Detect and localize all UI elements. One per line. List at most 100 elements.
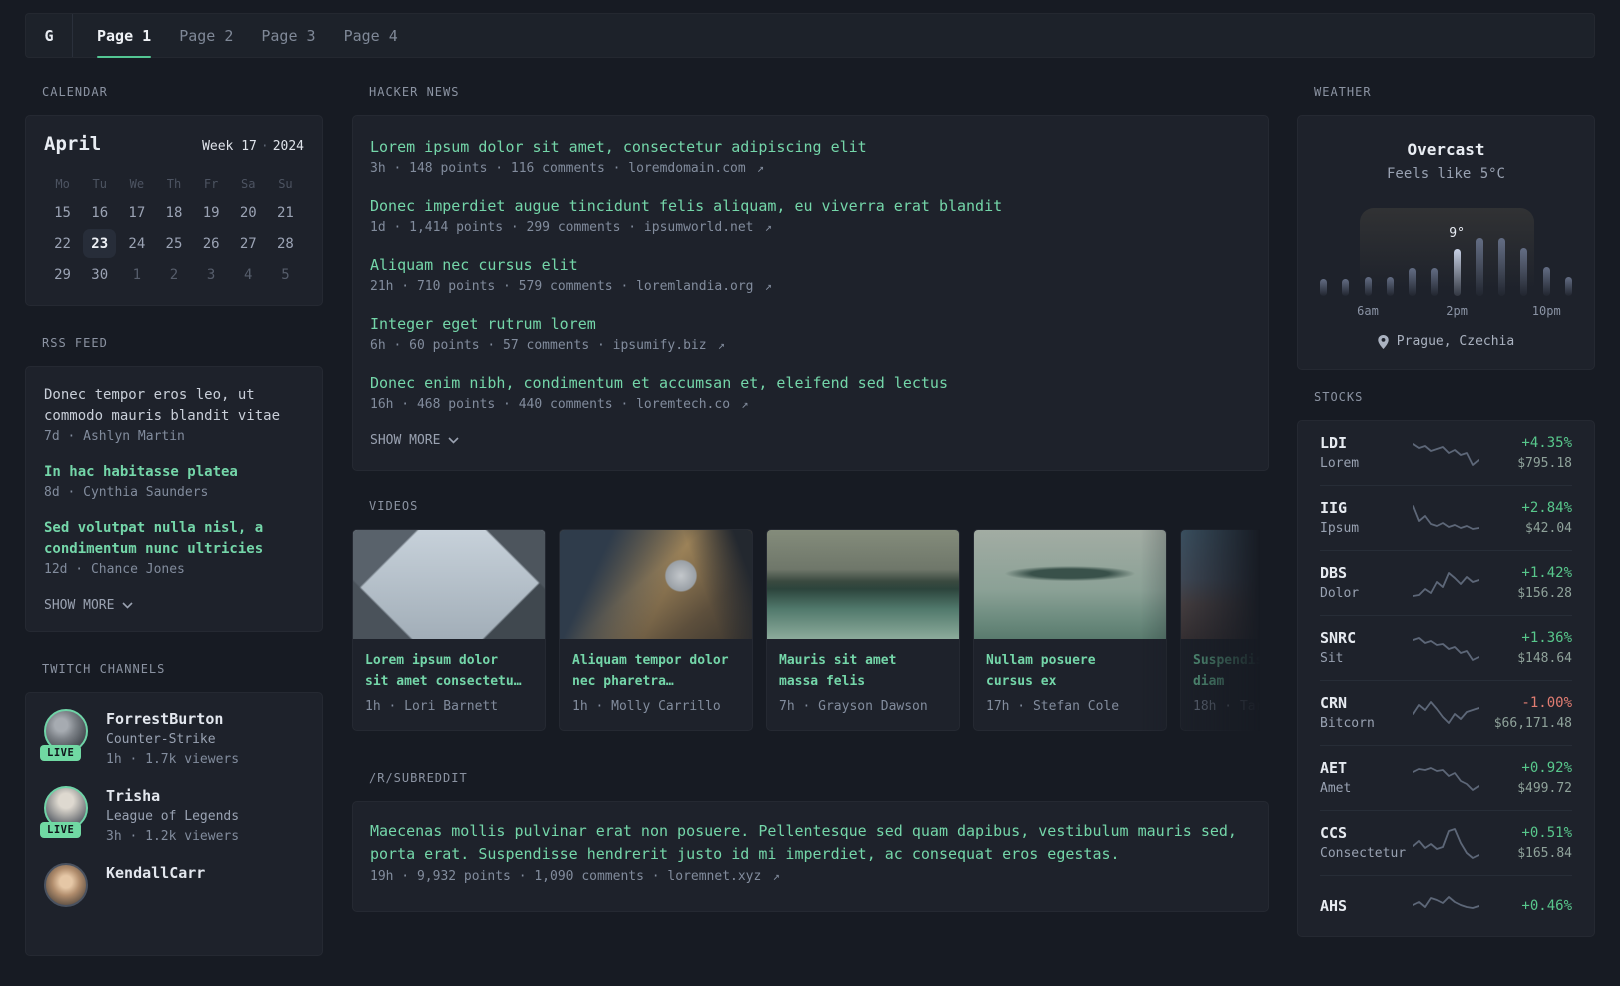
stock-sparkline [1413, 435, 1479, 471]
hackernews-item[interactable]: Aliquam nec cursus elit 21h · 710 points … [370, 254, 1251, 297]
twitch-channel-name: KendallCarr [106, 864, 206, 882]
calendar-day[interactable]: 5 [267, 259, 304, 290]
stock-row[interactable]: AHS +0.46% [1320, 875, 1572, 936]
stock-price: $42.04 [1525, 521, 1572, 536]
calendar-day[interactable]: 28 [267, 228, 304, 259]
calendar-day[interactable]: 3 [193, 259, 230, 290]
video-card[interactable]: Lorem ipsum dolor sit amet consectetu… 1h … [352, 529, 546, 731]
calendar-day[interactable]: 1 [118, 259, 155, 290]
calendar-day[interactable]: 27 [230, 228, 267, 259]
rss-show-more-button[interactable]: SHOW MORE [44, 598, 304, 613]
rss-list: Donec tempor eros leo, ut commodo mauris… [44, 385, 304, 580]
calendar-day[interactable]: 15 [44, 197, 81, 228]
rss-card: Donec tempor eros leo, ut commodo mauris… [25, 366, 323, 632]
calendar-card: April Week 17 · 2024 Mo Tu We Th Fr Sa Su 15 16 17 1… [25, 115, 323, 306]
twitch-card: LIVE ForrestBurton Counter-Strike 1h · 1.7k… [25, 692, 323, 956]
rss-item[interactable]: Sed volutpat nulla nisl, a condimentum n… [44, 518, 304, 580]
rss-item[interactable]: In hac habitasse platea 8d · Cynthia Saun… [44, 462, 304, 503]
video-title-line: Suspendisse [1193, 653, 1269, 668]
stock-row[interactable]: DBS Dolor +1.42% $156.28 [1320, 550, 1572, 615]
calendar-day[interactable]: 18 [155, 197, 192, 228]
calendar-day[interactable]: 24 [118, 228, 155, 259]
stock-row[interactable]: CCS Consectetur +0.51% $165.84 [1320, 810, 1572, 875]
external-link-icon: ↗ [757, 279, 772, 293]
live-badge: LIVE [40, 745, 82, 761]
stock-row[interactable]: SNRC Sit +1.36% $148.64 [1320, 615, 1572, 680]
hackernews-card: Lorem ipsum dolor sit amet, consectetur … [352, 115, 1269, 471]
hackernews-item-meta: 6h · 60 points · 57 comments · ipsumify.… [370, 338, 725, 353]
stock-row[interactable]: AET Amet +0.92% $499.72 [1320, 745, 1572, 810]
weather-hourly-chart: 9° [1320, 208, 1572, 296]
twitch-channel-game: League of Legends [106, 809, 240, 824]
weather-bar [1542, 267, 1550, 296]
calendar-day[interactable]: 29 [44, 259, 81, 290]
stock-symbol: CCS [1320, 824, 1348, 842]
avatar [44, 863, 88, 907]
location-pin-icon [1378, 334, 1389, 349]
video-thumbnail [974, 530, 1166, 639]
stock-row[interactable]: IIG Ipsum +2.84% $42.04 [1320, 485, 1572, 550]
stock-change: +1.42% [1521, 565, 1572, 581]
hackernews-item[interactable]: Donec enim nibh, condimentum et accumsan… [370, 372, 1251, 415]
calendar-day[interactable]: 30 [81, 259, 118, 290]
calendar-weekday: Mo [55, 177, 70, 191]
nav-tab[interactable]: Page 3 [261, 14, 315, 57]
video-card[interactable]: Nullam posuere cursus ex 17h · Stefan Cole [973, 529, 1167, 731]
stocks-header: STOCKS [1314, 390, 1364, 404]
twitch-channel-row[interactable]: KendallCarr [44, 863, 304, 923]
hackernews-item-meta: 21h · 710 points · 579 comments · loreml… [370, 279, 772, 294]
calendar-day-selected[interactable]: 23 [81, 228, 118, 259]
stock-values: +0.92% $499.72 [1479, 758, 1572, 798]
hackernews-item-title: Aliquam nec cursus elit [370, 256, 578, 274]
hackernews-item[interactable]: Integer eget rutrum lorem 6h · 60 points … [370, 313, 1251, 356]
twitch-channel-row[interactable]: LIVE ForrestBurton Counter-Strike 1h · 1.7k… [40, 709, 304, 770]
rss-item[interactable]: Donec tempor eros leo, ut commodo mauris… [44, 385, 304, 447]
calendar-week-number: Week 17 [202, 139, 257, 154]
calendar-day[interactable]: 25 [155, 228, 192, 259]
calendar-weekday: Su [278, 177, 293, 191]
stock-row[interactable]: LDI Lorem +4.35% $795.18 [1320, 421, 1572, 485]
calendar-day-label: 15 [54, 204, 71, 221]
calendar-day[interactable]: 4 [230, 259, 267, 290]
nav-tab[interactable]: Page 4 [344, 14, 398, 57]
app-logo[interactable]: G [26, 14, 73, 57]
stock-symbol: SNRC [1320, 629, 1357, 647]
stock-name: Lorem [1320, 456, 1360, 471]
video-card[interactable]: Suspendisse diam 18h · Tara [1180, 529, 1269, 731]
video-title-line: Lorem ipsum dolor [365, 653, 499, 668]
video-meta: 1h · Molly Carrillo [572, 699, 721, 714]
hackernews-show-more-button[interactable]: SHOW MORE [370, 433, 1251, 448]
stock-sparkline [1413, 565, 1479, 601]
weather-time-label: 2pm [1446, 304, 1468, 318]
calendar-day[interactable]: 17 [118, 197, 155, 228]
calendar-weekday: We [129, 177, 145, 191]
twitch-channel-row[interactable]: LIVE Trisha League of Legends 3h · 1.2k vie… [40, 786, 304, 847]
video-card[interactable]: Mauris sit amet massa felis 7h · Grayson D… [766, 529, 960, 731]
twitch-channel-info: Trisha League of Legends 3h · 1.2k viewers [106, 786, 239, 847]
calendar-day[interactable]: 16 [81, 197, 118, 228]
nav-tab[interactable]: Page 1 [97, 14, 152, 58]
calendar-day[interactable]: 21 [267, 197, 304, 228]
nav-tab[interactable]: Page 2 [179, 14, 233, 57]
calendar-day[interactable]: 2 [155, 259, 192, 290]
subreddit-post[interactable]: Maecenas mollis pulvinar erat non posuer… [370, 820, 1251, 887]
show-more-label: SHOW MORE [44, 598, 115, 613]
stock-row[interactable]: CRN Bitcorn -1.00% $66,171.48 [1320, 680, 1572, 745]
calendar-day-label: 25 [165, 235, 183, 252]
video-card[interactable]: Aliquam tempor dolor nec pharetra… 1h · Mo… [559, 529, 753, 731]
subreddit-post-title: Maecenas mollis pulvinar erat non posuer… [370, 822, 1237, 863]
calendar-day[interactable]: 22 [44, 228, 81, 259]
stock-symbol: LDI [1320, 434, 1348, 452]
calendar-day[interactable]: 26 [193, 228, 230, 259]
hackernews-item[interactable]: Lorem ipsum dolor sit amet, consectetur … [370, 136, 1251, 179]
video-title: Aliquam tempor dolor nec pharetra… [572, 650, 740, 692]
calendar-day[interactable]: 19 [193, 197, 230, 228]
middle-column: HACKER NEWS Lorem ipsum dolor sit amet, … [352, 85, 1269, 986]
hackernews-item-title: Donec imperdiet augue tincidunt felis al… [370, 197, 1003, 215]
calendar-day[interactable]: 20 [230, 197, 267, 228]
twitch-channel-name: ForrestBurton [106, 710, 224, 728]
stocks-section: STOCKS LDI Lorem +4.35% $795.18 IIG Ipsum +2.8… [1297, 390, 1595, 937]
weather-bar [1431, 268, 1439, 296]
hackernews-item[interactable]: Donec imperdiet augue tincidunt felis al… [370, 195, 1251, 238]
calendar-day-label: 28 [276, 235, 294, 252]
